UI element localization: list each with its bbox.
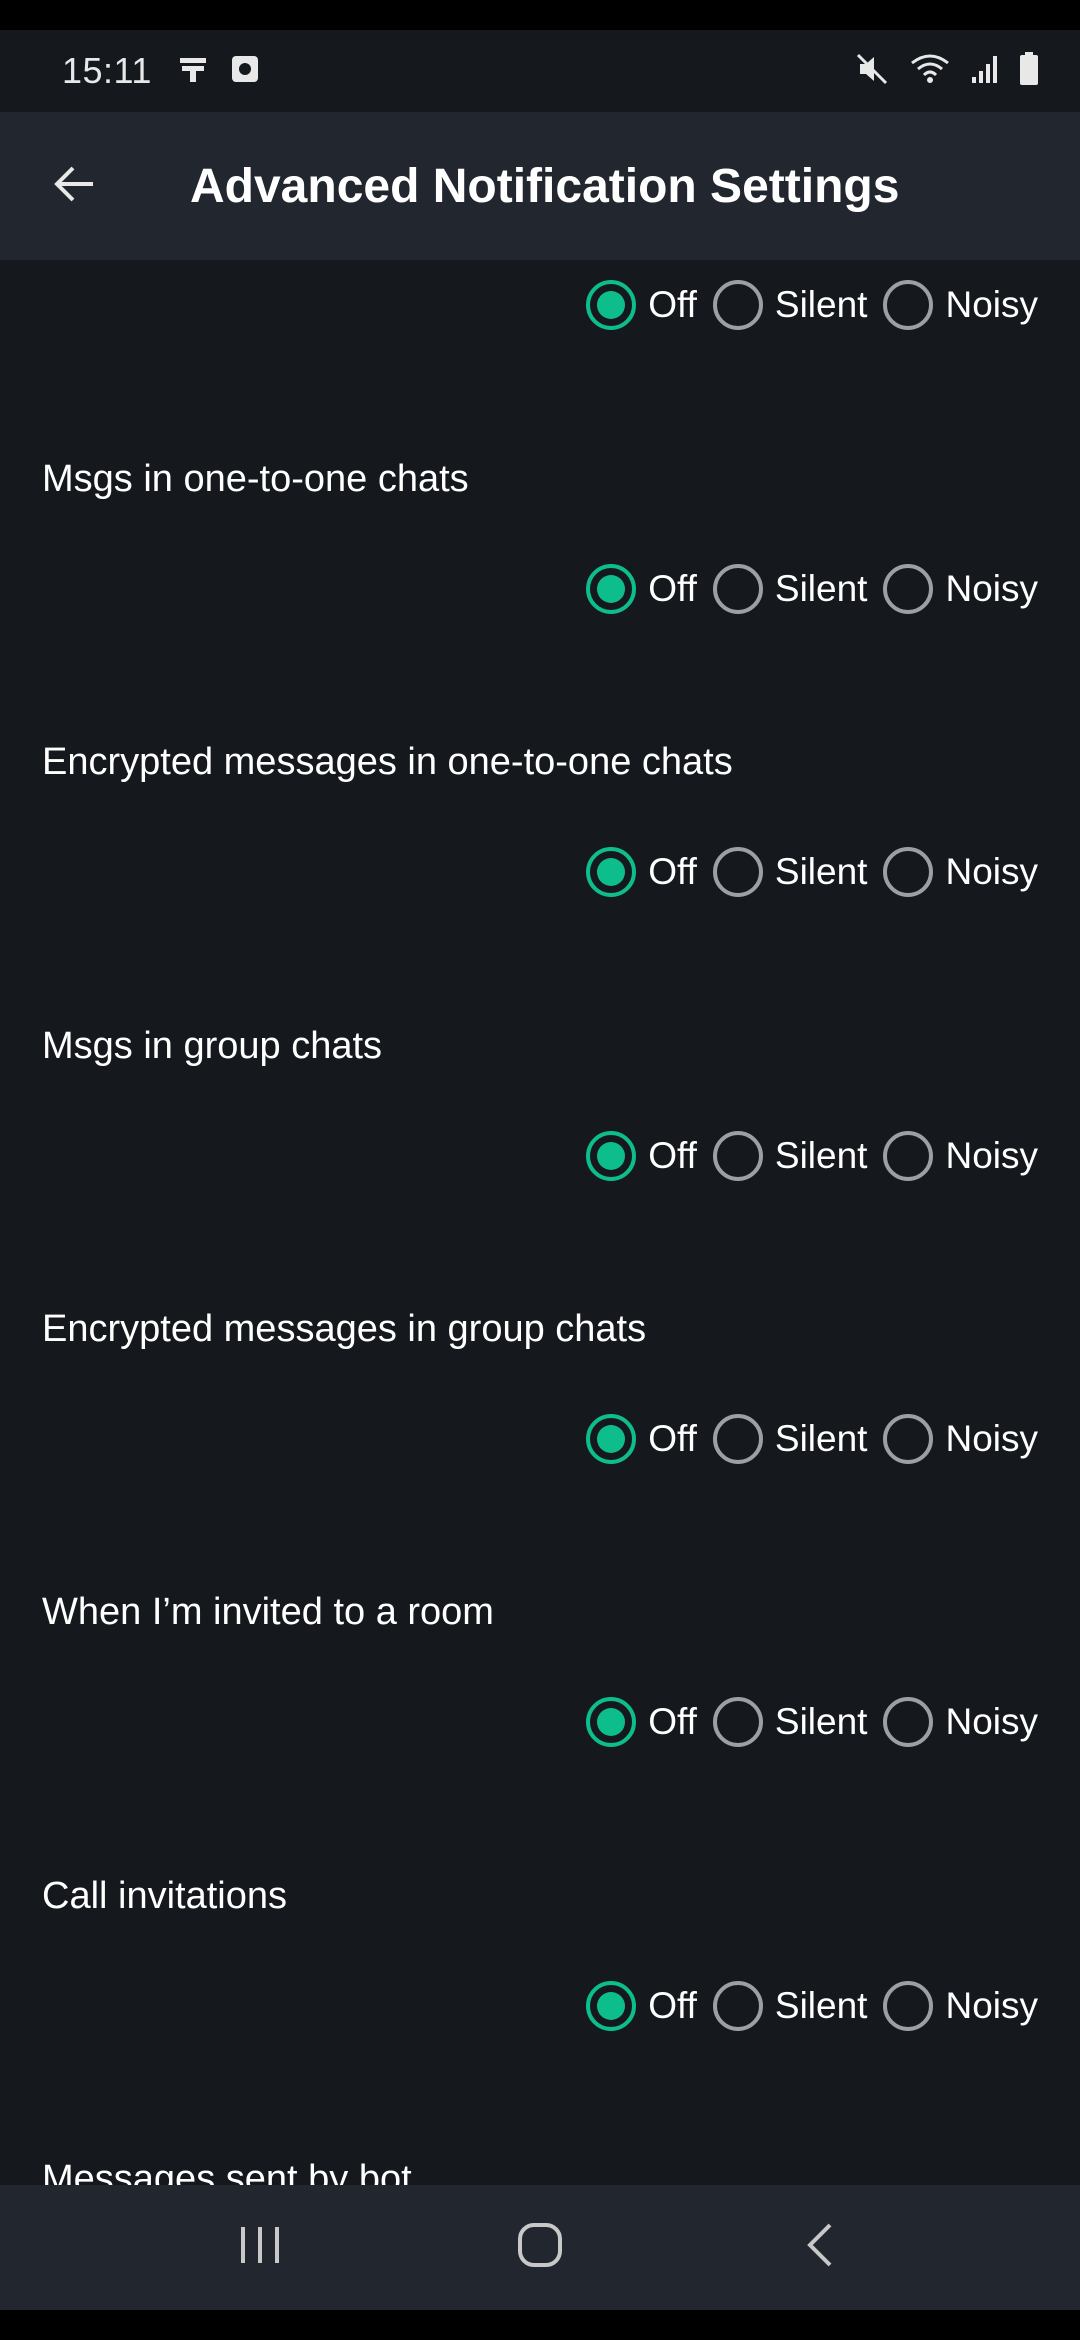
radio-silent[interactable]: Silent — [711, 278, 867, 332]
radio-group-3: Off Silent Noisy — [584, 1126, 1038, 1186]
setting-label: When I’m invited to a room — [42, 1591, 494, 1633]
mute-icon — [854, 51, 890, 92]
radio-selected-icon — [586, 1414, 637, 1464]
bottom-black-strip — [0, 2310, 1080, 2340]
radio-group-4: Off Silent Noisy — [584, 1409, 1038, 1469]
setting-label: Msgs in one-to-one chats — [42, 458, 469, 500]
radio-silent[interactable]: Silent — [711, 1129, 867, 1183]
setting-label: Messages sent by bot — [42, 2158, 412, 2185]
radio-selected-icon — [586, 280, 637, 330]
radio-silent[interactable]: Silent — [711, 562, 867, 616]
radio-group-0: Off Silent Noisy — [584, 275, 1038, 335]
radio-silent[interactable]: Silent — [711, 845, 867, 899]
recent-apps-button[interactable] — [200, 2198, 320, 2298]
radio-unselected-icon — [712, 280, 763, 330]
setting-label: Msgs in group chats — [42, 1025, 383, 1067]
setting-label: Encrypted messages in group chats — [42, 1308, 647, 1350]
radio-selected-icon — [586, 1697, 637, 1747]
home-icon — [515, 2220, 565, 2275]
battery-icon — [1018, 51, 1040, 92]
radio-noisy[interactable]: Noisy — [881, 1979, 1038, 2033]
radio-silent[interactable]: Silent — [711, 1412, 867, 1466]
radio-unselected-icon — [883, 564, 934, 614]
radio-unselected-icon — [883, 847, 934, 897]
back-icon — [802, 2220, 838, 2275]
radio-unselected-icon — [883, 1981, 934, 2031]
radio-unselected-icon — [883, 1414, 934, 1464]
radio-group-2: Off Silent Noisy — [584, 842, 1038, 902]
radio-group-5: Off Silent Noisy — [584, 1692, 1038, 1752]
radio-silent[interactable]: Silent — [711, 1979, 867, 2033]
radio-silent[interactable]: Silent — [711, 1695, 867, 1749]
settings-list[interactable]: Off Silent Noisy Msgs in one-to-one chat… — [0, 260, 1080, 2185]
page-title: Advanced Notification Settings — [190, 159, 900, 213]
radio-unselected-icon — [712, 564, 763, 614]
recent-apps-icon — [235, 2223, 285, 2272]
app-bar: Advanced Notification Settings — [0, 112, 1080, 260]
radio-unselected-icon — [883, 280, 934, 330]
radio-off[interactable]: Off — [584, 1129, 697, 1183]
radio-unselected-icon — [883, 1131, 934, 1181]
system-nav-bar — [0, 2185, 1080, 2310]
home-button[interactable] — [480, 2198, 600, 2298]
radio-off[interactable]: Off — [584, 1979, 697, 2033]
radio-unselected-icon — [883, 1697, 934, 1747]
radio-unselected-icon — [712, 1981, 763, 2031]
radio-off[interactable]: Off — [584, 1695, 697, 1749]
back-button[interactable] — [0, 112, 148, 260]
radio-selected-icon — [586, 1981, 637, 2031]
top-black-strip — [0, 0, 1080, 30]
radio-off[interactable]: Off — [584, 562, 697, 616]
radio-unselected-icon — [712, 1131, 763, 1181]
back-arrow-icon — [51, 161, 97, 212]
radio-noisy[interactable]: Noisy — [881, 562, 1038, 616]
radio-noisy[interactable]: Noisy — [881, 1412, 1038, 1466]
nav-back-button[interactable] — [760, 2198, 880, 2298]
radio-off[interactable]: Off — [584, 845, 697, 899]
radio-off[interactable]: Off — [584, 1412, 697, 1466]
radio-noisy[interactable]: Noisy — [881, 845, 1038, 899]
signal-icon — [970, 51, 1000, 92]
radio-unselected-icon — [712, 1697, 763, 1747]
square-dot-icon — [230, 54, 260, 89]
radio-unselected-icon — [712, 1414, 763, 1464]
status-bar: 15:11 — [0, 30, 1080, 112]
status-time: 15:11 — [62, 50, 152, 91]
radio-noisy[interactable]: Noisy — [881, 278, 1038, 332]
radio-off[interactable]: Off — [584, 278, 697, 332]
radio-group-1: Off Silent Noisy — [584, 559, 1038, 619]
radio-selected-icon — [586, 564, 637, 614]
wifi-icon — [908, 51, 952, 92]
radio-selected-icon — [586, 1131, 637, 1181]
radio-selected-icon — [586, 847, 637, 897]
radio-noisy[interactable]: Noisy — [881, 1129, 1038, 1183]
setting-label: Call invitations — [42, 1875, 287, 1917]
setting-label: Encrypted messages in one-to-one chats — [42, 741, 733, 783]
radio-unselected-icon — [712, 847, 763, 897]
radio-noisy[interactable]: Noisy — [881, 1695, 1038, 1749]
radio-group-6: Off Silent Noisy — [584, 1976, 1038, 2036]
bar-gate-icon — [178, 54, 208, 89]
